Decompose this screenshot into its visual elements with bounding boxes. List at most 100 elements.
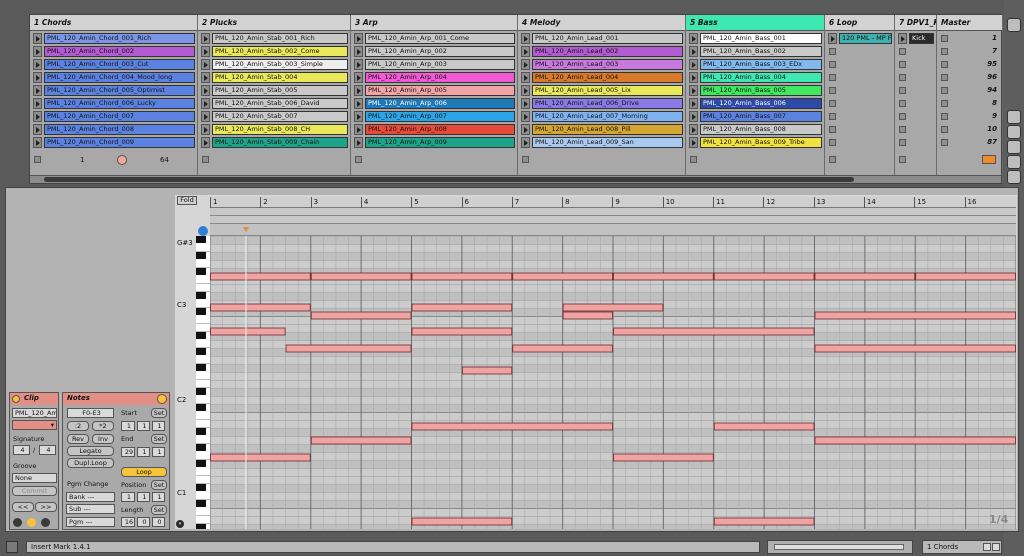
sends-toggle-icon[interactable]: [1007, 125, 1021, 139]
clip-slot[interactable]: PML_120_Amin_Arp_001_Come: [354, 33, 515, 44]
scene-launch-icon[interactable]: [941, 100, 948, 107]
marker-row[interactable]: [210, 224, 1016, 236]
piano-black-key[interactable]: [196, 428, 206, 435]
clip-launch-icon[interactable]: [354, 137, 363, 148]
transpose-down-button[interactable]: <<: [12, 502, 34, 512]
session-view-toggle-icon[interactable]: [1007, 18, 1021, 32]
midi-note[interactable]: [713, 272, 815, 281]
device-view-icon[interactable]: [983, 543, 991, 551]
midi-note[interactable]: [310, 311, 412, 320]
piano-black-key[interactable]: [196, 460, 206, 467]
track-stop-icon[interactable]: [355, 156, 362, 163]
midi-note[interactable]: [285, 344, 412, 353]
empty-slot-stop-icon[interactable]: [829, 113, 836, 120]
launch-icon[interactable]: [13, 518, 22, 527]
clip[interactable]: PML_120_Amin_Lead_001: [532, 33, 683, 44]
clip[interactable]: PML_120_Amin_Lead_006_Drive: [532, 98, 683, 109]
loop-brace-row[interactable]: [210, 208, 1016, 216]
midi-note[interactable]: [310, 272, 412, 281]
empty-slot-stop-icon[interactable]: [829, 126, 836, 133]
piano-black-key[interactable]: [196, 500, 206, 507]
piano-black-key[interactable]: [196, 332, 206, 339]
clip-slot[interactable]: PML_120_Amin_Chord_003_Cut: [33, 59, 195, 70]
clip-launch-icon[interactable]: [521, 33, 530, 44]
clip[interactable]: Kick: [909, 33, 934, 44]
clip-slot[interactable]: PML_120_Amin_Chord_002: [33, 46, 195, 57]
fold-button[interactable]: Fold: [177, 196, 197, 205]
clip-slot[interactable]: PML_120_Amin_Lead_006_Drive: [521, 98, 683, 109]
clip-slot[interactable]: PML_120_Amin_Bass_006: [689, 98, 822, 109]
zoom-knob-icon[interactable]: [117, 155, 127, 165]
returns-toggle-icon[interactable]: [1007, 140, 1021, 154]
midi-note[interactable]: [814, 272, 916, 281]
io-toggle-icon[interactable]: [1007, 110, 1021, 124]
crossfader-toggle-icon[interactable]: [1007, 170, 1021, 184]
empty-slot-stop-icon[interactable]: [899, 74, 906, 81]
clip[interactable]: PML_120_Amin_Bass_003_EDx: [700, 59, 822, 70]
empty-slot-stop-icon[interactable]: [829, 48, 836, 55]
sample-icon[interactable]: [41, 518, 50, 527]
midi-note[interactable]: [461, 366, 513, 375]
clip-slot[interactable]: PML_120_Amin_Stab_009_Chain: [201, 137, 348, 148]
clip-color-dropdown[interactable]: ▾: [12, 420, 57, 430]
end-set-button[interactable]: Set: [151, 434, 167, 444]
track-stop-icon[interactable]: [202, 156, 209, 163]
track-stop-icon[interactable]: [34, 156, 41, 163]
scene-launch-icon[interactable]: [941, 113, 948, 120]
empty-slot-stop-icon[interactable]: [829, 74, 836, 81]
track-header[interactable]: 1 Chords: [30, 15, 197, 31]
clip[interactable]: PML_120_Amin_Lead_002: [532, 46, 683, 57]
piano-black-key[interactable]: [196, 364, 206, 371]
empty-slot-stop-icon[interactable]: [899, 126, 906, 133]
track-stop-icon[interactable]: [829, 156, 836, 163]
clip-view-icon[interactable]: [992, 543, 1000, 551]
clip[interactable]: PML_120_Amin_Chord_003_Cut: [44, 59, 195, 70]
scene-number[interactable]: 10: [987, 125, 997, 133]
end-sixteenth[interactable]: 1: [152, 447, 165, 457]
clip-slot[interactable]: PML_120_Amin_Stab_006_David: [201, 98, 348, 109]
end-beat[interactable]: 1: [137, 447, 150, 457]
clip-slot[interactable]: PML_120_Amin_Lead_002: [521, 46, 683, 57]
clip-launch-icon[interactable]: [354, 111, 363, 122]
end-bar[interactable]: 29: [121, 447, 135, 457]
clip-slot[interactable]: PML_120_Amin_Stab_002_Come: [201, 46, 348, 57]
clip-slot[interactable]: PML_120_Amin_Bass_001: [689, 33, 822, 44]
length-beats[interactable]: 0: [137, 517, 150, 527]
clip[interactable]: PML_120_Amin_Arp_001_Come: [365, 33, 515, 44]
clip[interactable]: PML_120_Amin_Stab_006_David: [212, 98, 348, 109]
clip-slot[interactable]: PML_120_Amin_Arp_008: [354, 124, 515, 135]
track-header[interactable]: 4 Melody: [518, 15, 685, 31]
clip-slot[interactable]: PML_120_Amin_Chord_006_Lucky: [33, 98, 195, 109]
clip-launch-icon[interactable]: [33, 111, 42, 122]
clip-slot[interactable]: PML_120_Amin_Arp_009: [354, 137, 515, 148]
clip-slot[interactable]: Kick: [898, 33, 934, 44]
clip-launch-icon[interactable]: [689, 98, 698, 109]
piano-black-key[interactable]: [196, 484, 206, 491]
clip-slot[interactable]: PML_120_Amin_Stab_001_Rich: [201, 33, 348, 44]
piano-black-key[interactable]: [196, 236, 206, 243]
clip-launch-icon[interactable]: [201, 124, 210, 135]
empty-slot-stop-icon[interactable]: [899, 61, 906, 68]
scene-launch-icon[interactable]: [941, 139, 948, 146]
clip[interactable]: PML_120_Amin_Bass_001: [700, 33, 822, 44]
scene-launch-icon[interactable]: [941, 61, 948, 68]
scene-launch-icon[interactable]: [941, 74, 948, 81]
scene-number[interactable]: 95: [987, 60, 997, 68]
clip-launch-icon[interactable]: [33, 59, 42, 70]
scene-launch-icon[interactable]: [941, 35, 948, 42]
track-selector[interactable]: 1 Chords: [922, 540, 1002, 554]
clip-slot[interactable]: PML_120_Amin_Stab_005: [201, 85, 348, 96]
clip-slot[interactable]: PML_120_Amin_Bass_009_Tribe: [689, 137, 822, 148]
clip-launch-icon[interactable]: [521, 72, 530, 83]
empty-slot-stop-icon[interactable]: [899, 139, 906, 146]
envelope-icon[interactable]: [27, 518, 36, 527]
piano-black-key[interactable]: [196, 268, 206, 275]
scene-launch-icon[interactable]: [941, 87, 948, 94]
clip[interactable]: PML_120_Amin_Chord_006_Lucky: [44, 98, 195, 109]
midi-note[interactable]: [411, 422, 613, 431]
clip-launch-icon[interactable]: [521, 124, 530, 135]
position-set-button[interactable]: Set: [151, 480, 167, 490]
piano-black-key[interactable]: [196, 388, 206, 395]
track-header[interactable]: 7 DPV1_K: [895, 15, 936, 31]
clip-launch-icon[interactable]: [354, 124, 363, 135]
